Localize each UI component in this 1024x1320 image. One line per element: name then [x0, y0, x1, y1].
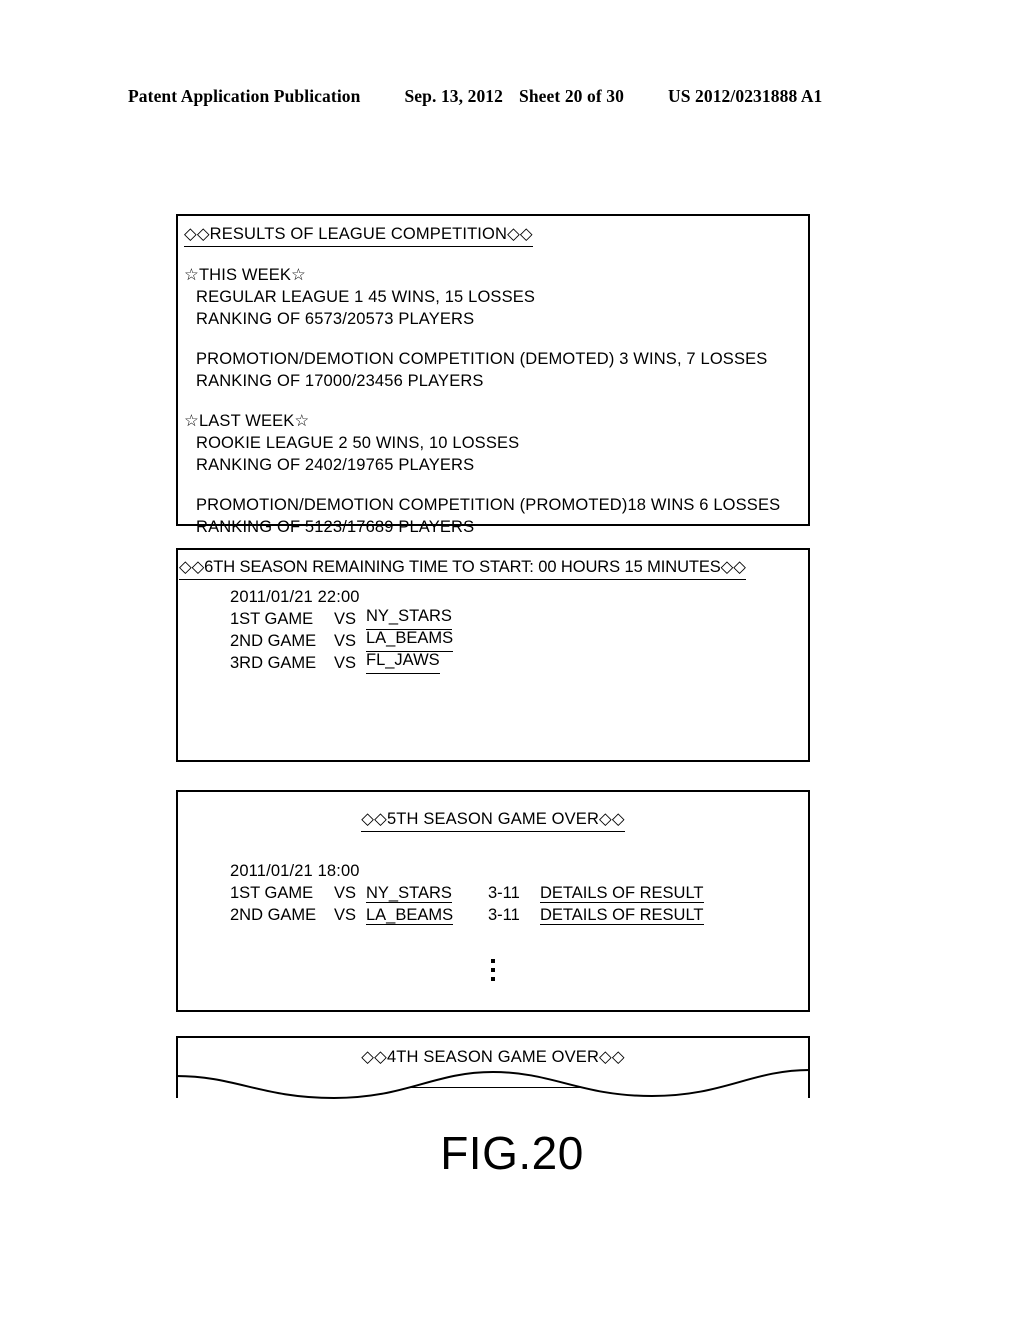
panel-5th-season-game-over: ◇◇5TH SEASON GAME OVER◇◇ 2011/01/21 18:0…	[176, 790, 810, 1012]
season5-game-row: 1ST GAME VS NY_STARS 3-11 DETAILS OF RES…	[230, 882, 704, 904]
figure-20: ◇◇RESULTS OF LEAGUE COMPETITION◇◇ ☆THIS …	[0, 0, 1024, 1320]
season5-game-1-vs: VS	[334, 884, 357, 902]
upcoming-game-row: 3RD GAME VS FL_JAWS	[230, 652, 453, 674]
upcoming-game-2-ordinal: 2ND GAME	[230, 632, 317, 650]
upcoming-game-3-vs: VS	[334, 654, 357, 672]
figure-caption: FIG.20	[440, 1127, 584, 1179]
season5-datetime: 2011/01/21 18:00	[230, 862, 360, 880]
this-week-line-4: RANKING OF 17000/23456 PLAYERS	[196, 372, 484, 390]
upcoming-game-1-ordinal: 1ST GAME	[230, 610, 314, 628]
results-panel-title: ◇◇RESULTS OF LEAGUE COMPETITION◇◇	[184, 223, 533, 247]
upcoming-panel-title-row: ◇◇6TH SEASON REMAINING TIME TO START: 00…	[179, 556, 746, 580]
panel-6th-season-upcoming: ◇◇6TH SEASON REMAINING TIME TO START: 00…	[176, 548, 810, 762]
upcoming-panel-title: ◇◇6TH SEASON REMAINING TIME TO START: 00…	[179, 556, 746, 580]
results-panel-title-row: ◇◇RESULTS OF LEAGUE COMPETITION◇◇	[184, 223, 533, 247]
season5-game-1-score: 3-11	[488, 884, 520, 902]
panel-results-of-league-competition: ◇◇RESULTS OF LEAGUE COMPETITION◇◇ ☆THIS …	[176, 214, 810, 536]
upcoming-game-1-team-link[interactable]: NY_STARS	[366, 608, 452, 630]
this-week-line-3: PROMOTION/DEMOTION COMPETITION (DEMOTED)…	[196, 350, 768, 368]
season5-game-1-details-link[interactable]: DETAILS OF RESULT	[540, 885, 704, 903]
torn-edge-divider	[176, 1066, 810, 1102]
upcoming-game-3-team-link[interactable]: FL_JAWS	[366, 652, 440, 674]
upcoming-datetime: 2011/01/21 22:00	[230, 588, 360, 606]
last-week-heading: ☆LAST WEEK☆	[184, 412, 310, 430]
season5-game-1-ordinal: 1ST GAME	[230, 884, 314, 902]
results-panel-body: ☆THIS WEEK☆ REGULAR LEAGUE 1 45 WINS, 15…	[184, 264, 780, 538]
season5-panel-title-row: ◇◇5TH SEASON GAME OVER◇◇	[178, 808, 808, 832]
upcoming-game-2-vs: VS	[334, 632, 357, 650]
this-week-line-1: REGULAR LEAGUE 1 45 WINS, 15 LOSSES	[196, 288, 536, 306]
upcoming-game-1-vs: VS	[334, 610, 357, 628]
season5-panel-body: 2011/01/21 18:00 1ST GAME VS NY_STARS 3-…	[230, 860, 704, 926]
season5-game-2-vs: VS	[334, 906, 357, 924]
upcoming-game-row: 2ND GAME VS LA_BEAMS	[230, 630, 454, 652]
season5-game-2-score: 3-11	[488, 906, 520, 924]
last-week-line-4: RANKING OF 5123/17689 PLAYERS	[196, 518, 475, 536]
season5-panel-title: ◇◇5TH SEASON GAME OVER◇◇	[361, 808, 625, 832]
season5-game-row: 2ND GAME VS LA_BEAMS 3-11 DETAILS OF RES…	[230, 904, 704, 926]
upcoming-game-3-ordinal: 3RD GAME	[230, 654, 317, 672]
upcoming-game-row: 1ST GAME VS NY_STARS	[230, 608, 453, 630]
season5-game-2-team-link[interactable]: LA_BEAMS	[366, 907, 454, 925]
season5-game-2-details-link[interactable]: DETAILS OF RESULT	[540, 907, 704, 925]
vertical-ellipsis-icon	[178, 954, 808, 981]
season5-game-2-ordinal: 2ND GAME	[230, 906, 317, 924]
last-week-line-3: PROMOTION/DEMOTION COMPETITION (PROMOTED…	[196, 496, 781, 514]
upcoming-panel-body: 2011/01/21 22:00 1ST GAME VS NY_STARS 2N…	[230, 586, 454, 674]
this-week-heading: ☆THIS WEEK☆	[184, 266, 306, 284]
last-week-line-1: ROOKIE LEAGUE 2 50 WINS, 10 LOSSES	[196, 434, 520, 452]
last-week-line-2: RANKING OF 2402/19765 PLAYERS	[196, 456, 475, 474]
season5-game-1-team-link[interactable]: NY_STARS	[366, 885, 452, 903]
this-week-line-2: RANKING OF 6573/20573 PLAYERS	[196, 310, 475, 328]
upcoming-game-2-team-link[interactable]: LA_BEAMS	[366, 630, 454, 652]
